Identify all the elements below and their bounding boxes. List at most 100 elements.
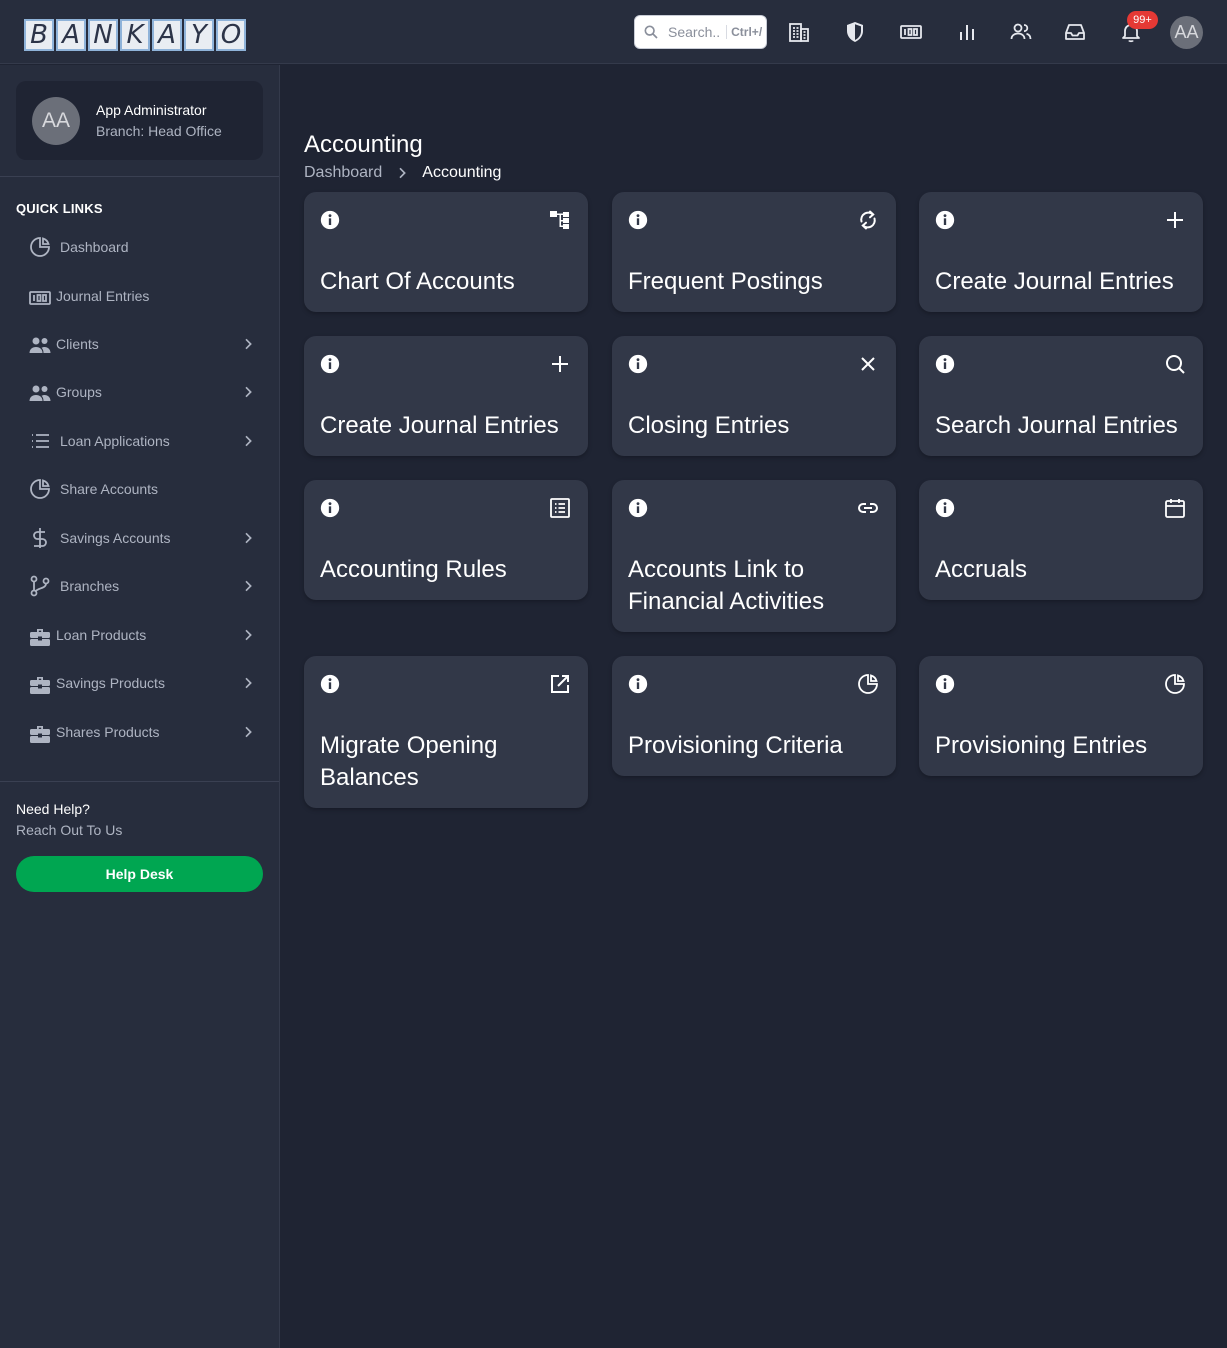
sidebar-item-share-accounts[interactable]: Share Accounts xyxy=(16,467,264,511)
card-provisioning-entries[interactable]: Provisioning Entries xyxy=(919,656,1203,776)
close-icon xyxy=(856,352,880,376)
card-title: Provisioning Criteria xyxy=(628,732,843,759)
info-icon[interactable] xyxy=(935,210,955,230)
hierarchy-icon xyxy=(548,208,572,232)
quick-links-title: QUICK LINKS xyxy=(16,201,103,216)
plus-icon xyxy=(548,352,572,376)
sidebar-item-label: Dashboard xyxy=(60,239,129,255)
info-icon[interactable] xyxy=(935,354,955,374)
card-title: Provisioning Entries xyxy=(935,732,1148,759)
card-title: Migrate Opening Balances xyxy=(320,732,498,791)
info-icon[interactable] xyxy=(320,354,340,374)
briefcase-icon xyxy=(28,673,50,694)
card-closing-entries[interactable]: Closing Entries xyxy=(612,336,896,456)
profile-name: App Administrator xyxy=(96,102,207,118)
card-accounts-link-financial-activities[interactable]: Accounts Link to Financial Activities xyxy=(612,480,896,632)
help-title: Need Help? xyxy=(16,801,90,817)
chevron-right-icon xyxy=(245,532,252,544)
app-logo[interactable]: B A N K A Y O xyxy=(24,19,246,51)
profile-branch: Branch: Head Office xyxy=(96,123,222,139)
sidebar-item-label: Shares Products xyxy=(56,724,160,740)
info-icon[interactable] xyxy=(628,674,648,694)
avatar[interactable]: AA xyxy=(1170,16,1203,49)
search-shortcut: Ctrl+/ xyxy=(726,25,762,39)
card-create-journal-entries-2[interactable]: Create Journal Entries xyxy=(304,336,588,456)
info-icon[interactable] xyxy=(935,498,955,518)
info-icon[interactable] xyxy=(320,674,340,694)
refresh-icon xyxy=(856,208,880,232)
breadcrumb-current: Accounting xyxy=(422,164,502,181)
info-icon[interactable] xyxy=(628,354,648,374)
card-title: Create Journal Entries xyxy=(935,268,1174,295)
card-provisioning-criteria[interactable]: Provisioning Criteria xyxy=(612,656,896,776)
sidebar-item-savings-products[interactable]: Savings Products xyxy=(16,661,264,705)
info-icon[interactable] xyxy=(320,210,340,230)
counter-icon[interactable] xyxy=(899,20,923,44)
help-desk-button[interactable]: Help Desk xyxy=(16,856,263,892)
sidebar-item-shares-products[interactable]: Shares Products xyxy=(16,710,264,754)
info-icon[interactable] xyxy=(628,498,648,518)
chevron-right-icon xyxy=(245,338,252,350)
info-icon[interactable] xyxy=(935,674,955,694)
card-title: Chart Of Accounts xyxy=(320,268,515,295)
calendar-icon xyxy=(1163,496,1187,520)
sidebar-item-label: Share Accounts xyxy=(60,481,159,497)
shield-icon[interactable] xyxy=(843,20,867,44)
card-search-journal-entries[interactable]: Search Journal Entries xyxy=(919,336,1203,456)
sidebar-item-clients[interactable]: Clients xyxy=(16,322,264,366)
sidebar-item-label: Clients xyxy=(56,336,99,352)
dollar-icon xyxy=(28,526,52,550)
search-icon xyxy=(644,25,658,39)
card-create-journal-entries[interactable]: Create Journal Entries xyxy=(919,192,1203,312)
card-title: Accruals xyxy=(935,556,1028,583)
inbox-icon[interactable] xyxy=(1063,20,1087,44)
building-icon[interactable] xyxy=(787,20,811,44)
card-frequent-postings[interactable]: Frequent Postings xyxy=(612,192,896,312)
info-icon[interactable] xyxy=(628,210,648,230)
sidebar-item-label: Savings Products xyxy=(56,675,165,691)
sidebar-item-groups[interactable]: Groups xyxy=(16,370,264,414)
card-title: Accounts Link to Financial Activities xyxy=(628,556,825,615)
chevron-right-icon xyxy=(399,167,407,179)
user-profile-card[interactable]: AA App Administrator Branch: Head Office xyxy=(16,81,263,160)
pie-chart-icon xyxy=(1163,672,1187,696)
logo-letter: Y xyxy=(184,19,214,51)
pie-chart-icon xyxy=(28,235,52,259)
logo-letter: N xyxy=(88,19,118,51)
breadcrumb-dashboard[interactable]: Dashboard xyxy=(304,164,382,182)
bar-chart-icon[interactable] xyxy=(955,20,979,44)
sidebar-item-journal-entries[interactable]: Journal Entries xyxy=(16,274,264,318)
users-icon[interactable] xyxy=(1009,20,1033,44)
card-migrate-opening-balances[interactable]: Migrate Opening Balances xyxy=(304,656,588,808)
chevron-right-icon xyxy=(245,386,252,398)
notification-badge: 99+ xyxy=(1127,11,1158,29)
sidebar-divider xyxy=(0,176,279,177)
sidebar: AA App Administrator Branch: Head Office… xyxy=(0,65,280,1348)
logo-letter: B xyxy=(24,19,54,51)
users-icon xyxy=(28,382,51,402)
sidebar-item-loan-products[interactable]: Loan Products xyxy=(16,613,264,657)
sidebar-item-label: Loan Applications xyxy=(60,433,170,449)
sidebar-item-label: Journal Entries xyxy=(56,288,150,304)
sidebar-item-branches[interactable]: Branches xyxy=(16,564,264,608)
list-box-icon xyxy=(548,496,572,520)
users-icon xyxy=(28,334,51,354)
sidebar-divider xyxy=(0,781,279,782)
link-icon xyxy=(856,496,880,520)
breadcrumb: Dashboard Accounting xyxy=(304,164,501,182)
sidebar-item-dashboard[interactable]: Dashboard xyxy=(16,225,264,269)
card-chart-of-accounts[interactable]: Chart Of Accounts xyxy=(304,192,588,312)
chevron-right-icon xyxy=(245,629,252,641)
pie-chart-icon xyxy=(28,477,52,501)
list-icon xyxy=(28,429,52,453)
sidebar-item-savings-accounts[interactable]: Savings Accounts xyxy=(16,516,264,560)
card-accruals[interactable]: Accruals xyxy=(919,480,1203,600)
card-accounting-rules[interactable]: Accounting Rules xyxy=(304,480,588,600)
sidebar-item-label: Branches xyxy=(60,578,120,594)
card-title: Search Journal Entries xyxy=(935,412,1178,439)
chevron-right-icon xyxy=(245,726,252,738)
sidebar-item-loan-applications[interactable]: Loan Applications xyxy=(16,419,264,463)
info-icon[interactable] xyxy=(320,498,340,518)
chevron-right-icon xyxy=(245,677,252,689)
search-input[interactable]: Search.. Ctrl+/ xyxy=(634,15,767,49)
